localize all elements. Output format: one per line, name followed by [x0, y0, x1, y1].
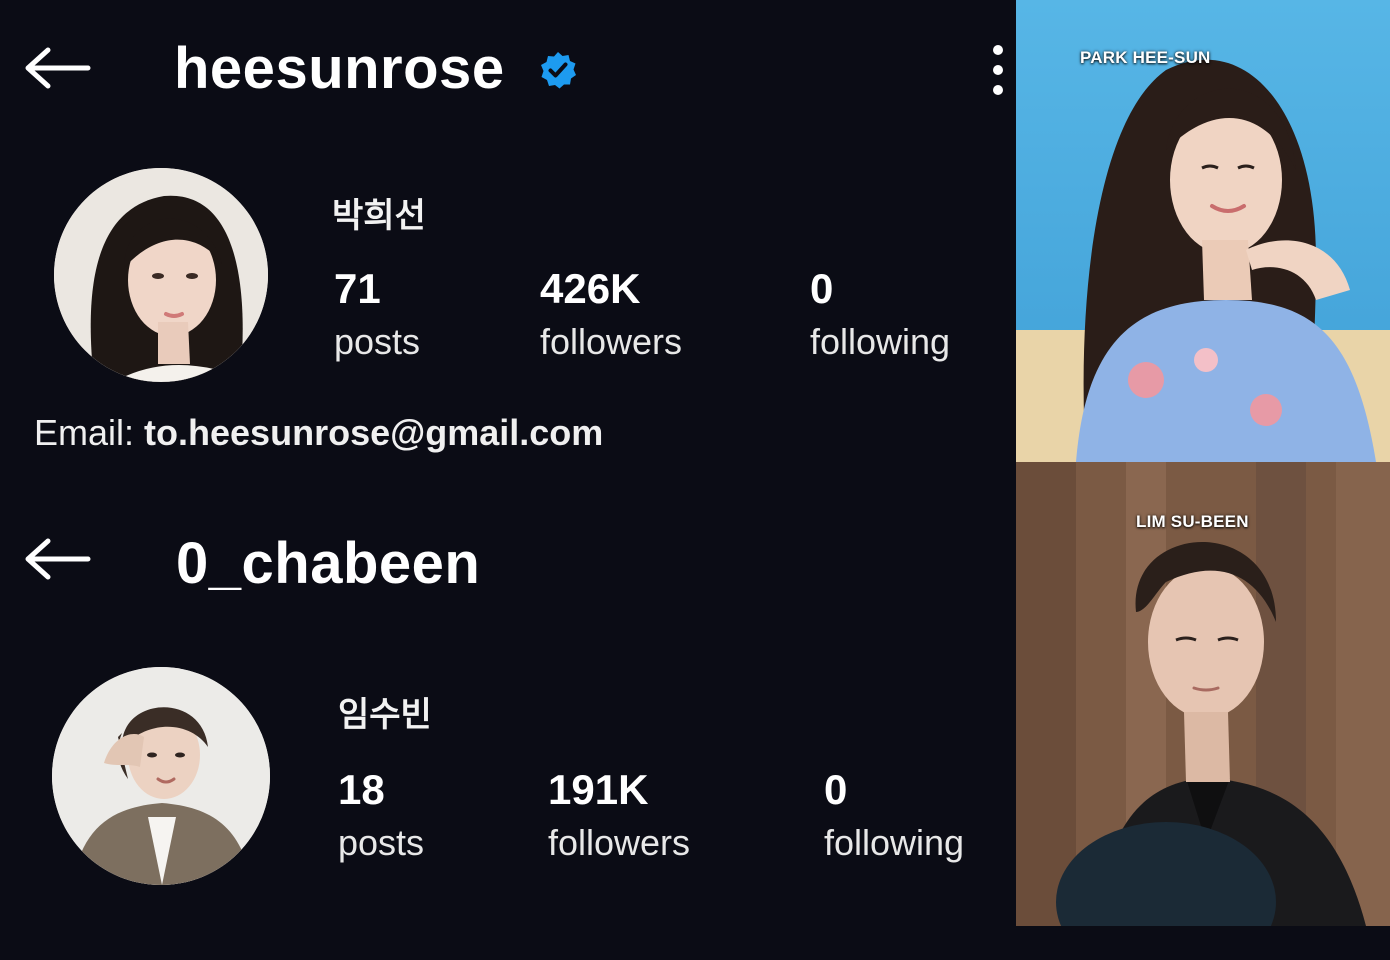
profile-display-name: 임수빈 — [338, 696, 432, 734]
posts-stat[interactable]: 71 posts — [334, 268, 420, 360]
posts-label: posts — [334, 321, 421, 362]
profile-username: heesunrose — [174, 36, 505, 101]
followers-stat[interactable]: 191K followers — [548, 769, 690, 861]
posts-label: posts — [338, 822, 425, 863]
avatar[interactable] — [52, 667, 270, 885]
posts-stat[interactable]: 18 posts — [338, 769, 424, 861]
followers-label: followers — [540, 321, 683, 362]
profile-username: 0_chabeen — [176, 531, 481, 596]
following-label: following — [824, 822, 965, 863]
back-arrow-icon[interactable] — [22, 46, 92, 90]
following-count: 0 — [824, 766, 848, 813]
photo-lim-su-been: LIM SU-BEEN — [1016, 462, 1390, 926]
followers-count: 426K — [540, 265, 641, 312]
email-label: Email: — [34, 412, 135, 453]
profile-heesunrose: heesunrose 박희선 71 posts 426K followers 0… — [0, 0, 1016, 463]
following-label: following — [810, 321, 951, 362]
avatar[interactable] — [54, 168, 268, 382]
back-arrow-icon[interactable] — [22, 537, 92, 581]
following-count: 0 — [810, 265, 834, 312]
email-link[interactable]: to.heesunrose@gmail.com — [144, 412, 603, 453]
more-options-icon[interactable] — [986, 44, 1010, 96]
followers-count: 191K — [548, 766, 649, 813]
verified-badge-icon — [538, 50, 578, 90]
profile-0-chabeen: 0_chabeen 임수빈 18 posts 191K followers 0 … — [0, 497, 1027, 960]
followers-stat[interactable]: 426K followers — [540, 268, 682, 360]
posts-count: 71 — [334, 265, 381, 312]
photo-caption: PARK HEE-SUN — [1080, 48, 1211, 67]
following-stat[interactable]: 0 following — [810, 268, 950, 360]
photo-caption: LIM SU-BEEN — [1136, 512, 1249, 531]
profile-email: Email: to.heesunrose@gmail.com — [34, 412, 603, 454]
followers-label: followers — [548, 822, 691, 863]
following-stat[interactable]: 0 following — [824, 769, 964, 861]
instagram-profiles-panel: heesunrose 박희선 71 posts 426K followers 0… — [0, 0, 1027, 926]
photo-park-hee-sun: PARK HEE-SUN — [1016, 0, 1390, 462]
profile-display-name: 박희선 — [332, 197, 426, 235]
photo-collage: PARK HEE-SUN LIM SU-BEEN — [1016, 0, 1390, 926]
posts-count: 18 — [338, 766, 385, 813]
